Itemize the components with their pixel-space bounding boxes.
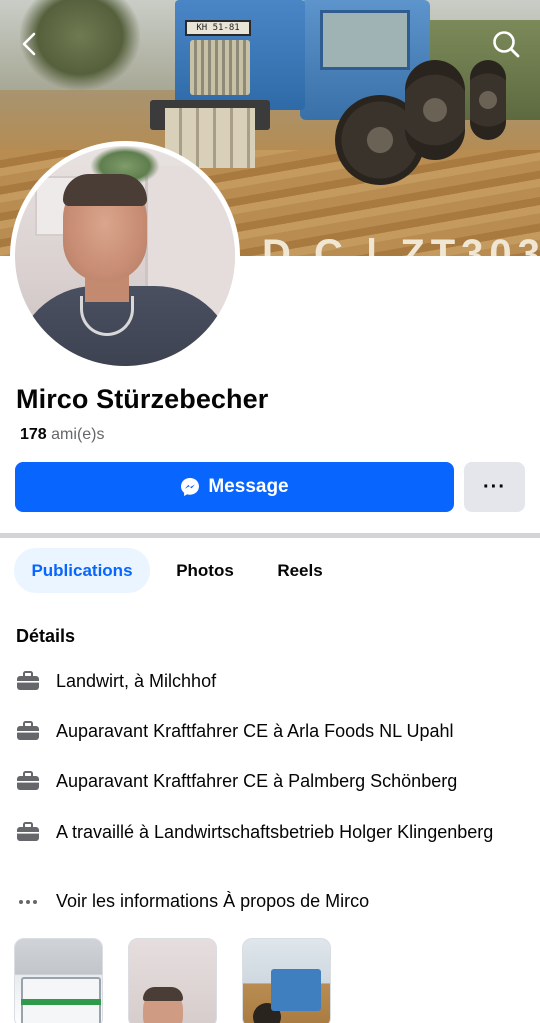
briefcase-icon [16, 770, 40, 792]
detail-item: A travaillé à Landwirtschaftsbetrieb Hol… [16, 820, 526, 845]
trailer-wheel [470, 60, 506, 140]
more-dots-icon [16, 891, 40, 913]
tractor-window [320, 10, 410, 70]
more-options-button[interactable]: ··· [464, 462, 525, 512]
messenger-icon [181, 478, 200, 496]
profile-avatar[interactable] [10, 141, 240, 371]
tab-reels[interactable]: Reels [268, 548, 332, 593]
tab-photos[interactable]: Photos [168, 548, 242, 593]
briefcase-icon [16, 720, 40, 742]
see-about-link[interactable]: Voir les informations À propos de Mirco [16, 889, 526, 914]
briefcase-icon [16, 670, 40, 692]
tab-publications[interactable]: Publications [14, 548, 150, 593]
cover-overlay-text: D C | ZT303 C [262, 232, 540, 256]
friends-count-link[interactable]: 178 ami(e)s [20, 426, 105, 444]
person-hair [143, 987, 183, 1001]
more-options-label: ··· [483, 475, 506, 498]
search-icon [493, 31, 520, 58]
tractor-wheel [405, 60, 465, 160]
tractor-grille [190, 40, 250, 95]
detail-item: Landwirt, à Milchhof [16, 669, 526, 694]
chevron-left-icon [22, 32, 36, 56]
see-about-label: Voir les informations À propos de Mirco [56, 891, 370, 911]
detail-item: Auparavant Kraftfahrer CE à Palmberg Sch… [16, 769, 526, 794]
detail-text[interactable]: Auparavant Kraftfahrer CE à Arla Foods N… [56, 719, 454, 744]
message-button[interactable]: Message [15, 462, 454, 512]
briefcase-icon [16, 821, 40, 843]
friends-count: 178 [20, 426, 47, 443]
detail-text[interactable]: Auparavant Kraftfahrer CE à Palmberg Sch… [56, 769, 457, 794]
friends-label: ami(e)s [51, 426, 105, 443]
detail-text[interactable]: A travaillé à Landwirtschaftsbetrieb Hol… [56, 820, 496, 845]
tractor-image [271, 969, 321, 1011]
avatar-photo [15, 146, 235, 366]
detail-item: Auparavant Kraftfahrer CE à Arla Foods N… [16, 719, 526, 744]
message-button-label: Message [208, 476, 289, 497]
back-button[interactable] [10, 24, 50, 64]
details-title: Détails [16, 626, 76, 646]
photo-thumbnail[interactable] [128, 938, 217, 1023]
profile-name: Mirco Stürzebecher [16, 384, 269, 414]
section-divider [0, 533, 540, 538]
truck-stripe [21, 999, 101, 1005]
photo-thumbnail[interactable] [14, 938, 103, 1023]
tractor-plate: KH 51-81 [185, 20, 251, 36]
detail-text: Landwirt, à Milchhof [56, 671, 217, 691]
search-button[interactable] [486, 24, 526, 64]
photo-thumbnail[interactable] [242, 938, 331, 1023]
avatar-hair [63, 174, 147, 206]
